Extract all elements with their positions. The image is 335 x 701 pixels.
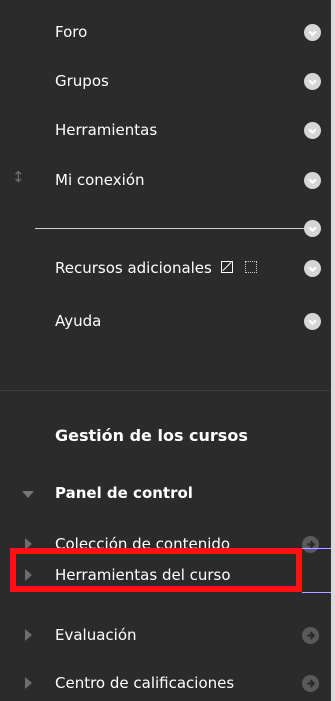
chevron-down-icon[interactable] bbox=[304, 122, 321, 139]
arrow-right-icon[interactable] bbox=[302, 627, 319, 644]
menu-divider bbox=[35, 228, 305, 229]
control-panel-item-label: Evaluación bbox=[55, 626, 137, 644]
drag-handle-icon[interactable]: ↕ bbox=[12, 168, 25, 186]
menu-item-label: Foro bbox=[55, 23, 88, 41]
arrow-right-icon[interactable] bbox=[302, 536, 319, 553]
highlight-line-bottom bbox=[302, 592, 331, 593]
menu-item-recursos-adicionales[interactable]: Recursos adicionales bbox=[55, 253, 258, 283]
expand-triangle-icon bbox=[25, 629, 32, 641]
highlight-box bbox=[10, 548, 302, 592]
grid-icon bbox=[245, 260, 258, 273]
menu-item-grupos[interactable]: Grupos bbox=[55, 66, 109, 96]
arrow-right-icon[interactable] bbox=[302, 675, 319, 692]
chevron-down-icon[interactable] bbox=[304, 24, 321, 41]
panel-right-edge bbox=[331, 0, 335, 701]
menu-item-label: Herramientas bbox=[55, 121, 158, 139]
chevron-down-icon[interactable] bbox=[304, 260, 321, 277]
menu-item-mi-conexion[interactable]: Mi conexión bbox=[55, 165, 145, 195]
course-management-title: Gestión de los cursos bbox=[55, 426, 248, 445]
chevron-down-icon[interactable] bbox=[304, 73, 321, 90]
chevron-down-icon[interactable] bbox=[304, 313, 321, 330]
menu-item-label: Ayuda bbox=[55, 312, 102, 330]
collapse-triangle-icon[interactable] bbox=[22, 491, 34, 498]
hidden-status-icon bbox=[220, 260, 233, 273]
menu-item-ayuda[interactable]: Ayuda bbox=[55, 306, 101, 336]
expand-triangle-icon bbox=[25, 677, 32, 689]
control-panel-item-grade-center[interactable]: Centro de calificaciones bbox=[0, 668, 331, 698]
menu-item-herramientas[interactable]: Herramientas bbox=[55, 115, 157, 145]
control-panel-item-label: Centro de calificaciones bbox=[55, 674, 235, 692]
menu-item-label: Grupos bbox=[55, 72, 109, 90]
course-menu-panel: Foro Grupos Herramientas ↕ Mi conexión R… bbox=[0, 0, 335, 701]
chevron-down-icon[interactable] bbox=[304, 220, 321, 237]
section-separator bbox=[0, 390, 331, 391]
highlight-line-top bbox=[302, 548, 331, 549]
menu-item-foro[interactable]: Foro bbox=[55, 17, 87, 47]
menu-item-label: Mi conexión bbox=[55, 171, 145, 189]
chevron-down-icon[interactable] bbox=[304, 172, 321, 189]
control-panel-title[interactable]: Panel de control bbox=[55, 484, 193, 502]
control-panel-item-evaluation[interactable]: Evaluación bbox=[0, 620, 331, 650]
menu-item-label: Recursos adicionales bbox=[55, 259, 212, 277]
